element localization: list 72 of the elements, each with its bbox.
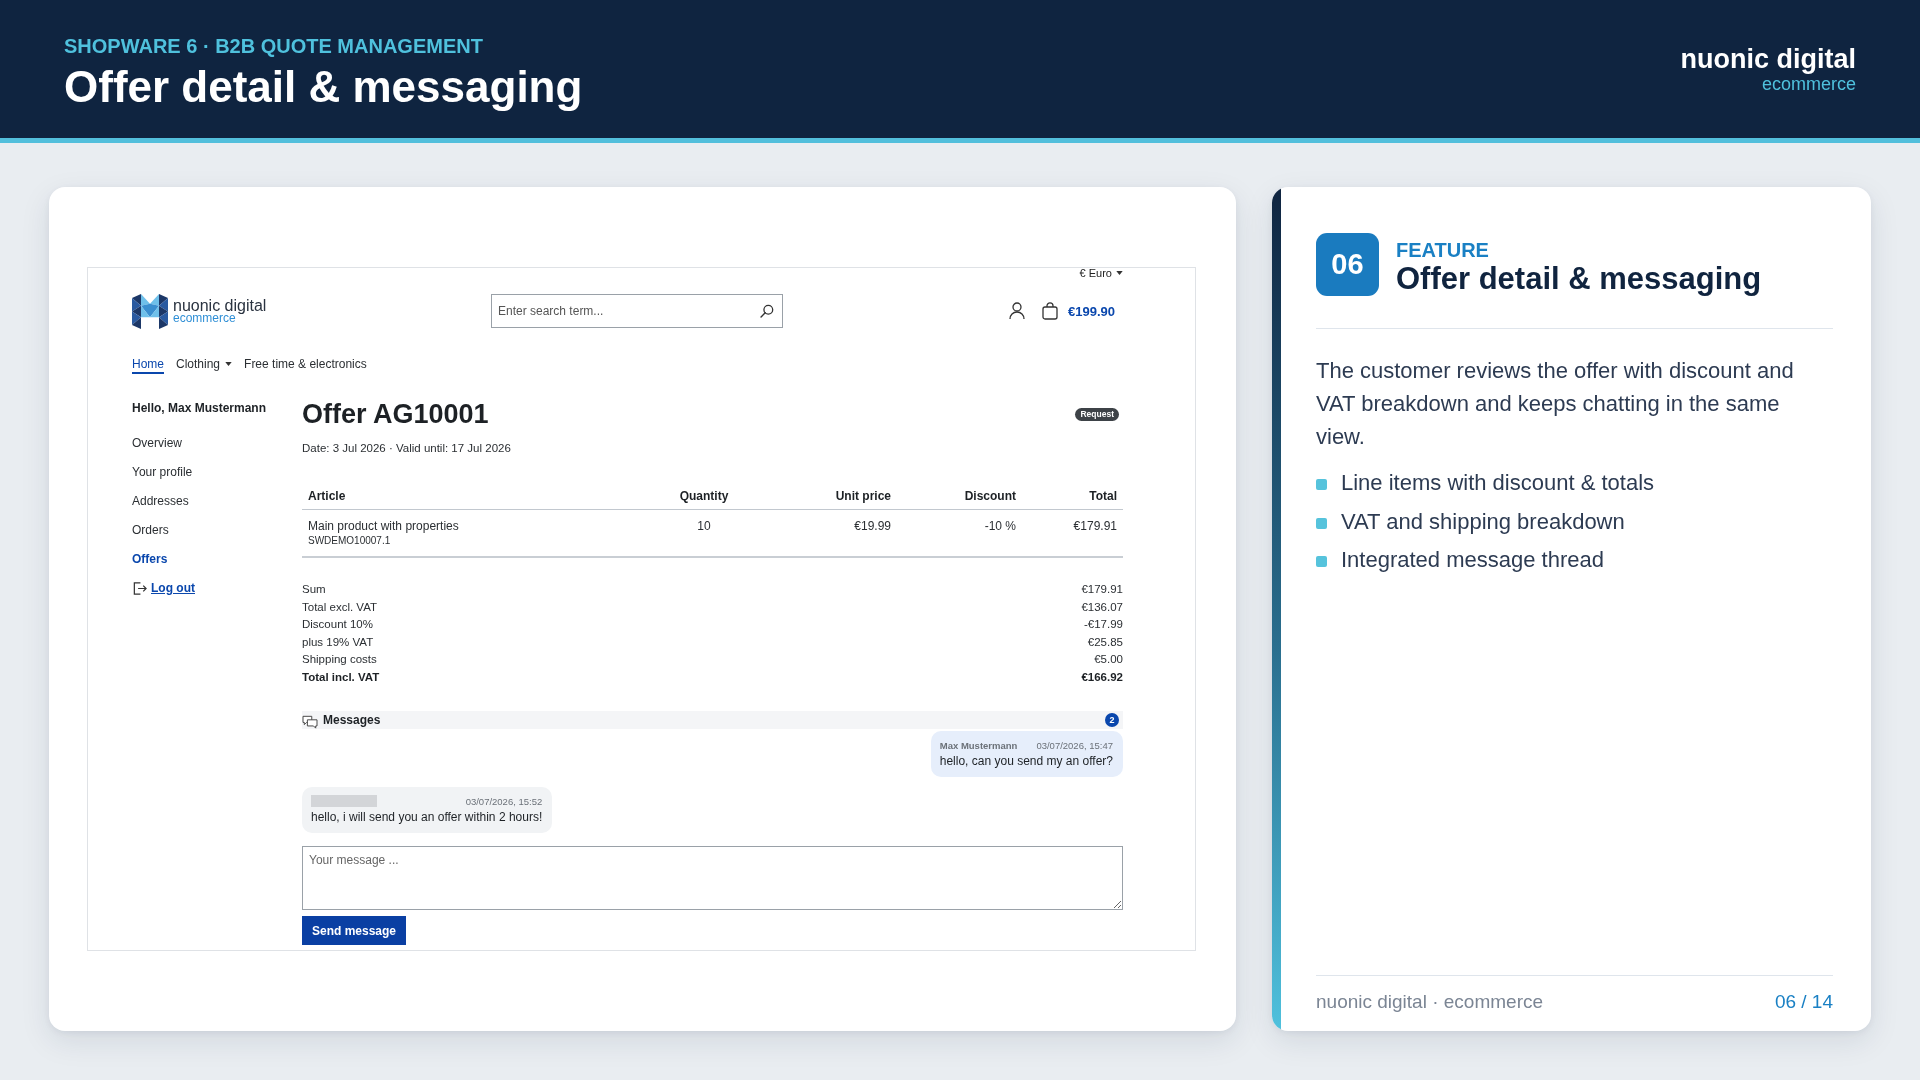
logout-link[interactable]: Log out: [132, 580, 195, 596]
feature-description: The customer reviews the offer with discount and VAT breakdown and keeps chatting in the same view.: [1316, 357, 1795, 451]
account-menu-item[interactable]: Addresses: [132, 493, 189, 509]
bag-icon[interactable]: [1042, 302, 1058, 320]
summary-label: Total excl. VAT: [302, 599, 377, 615]
column-header: Discount: [897, 488, 1022, 510]
summary-label: Discount 10%: [302, 617, 373, 632]
messages-title: Messages: [323, 713, 381, 727]
message-count-badge: 2: [1105, 713, 1119, 727]
page-number: 06 / 14: [1774, 991, 1833, 1013]
summary-label: Shipping costs: [302, 652, 377, 667]
account-menu-item[interactable]: Offers: [132, 551, 168, 567]
search-icon[interactable]: [760, 304, 774, 318]
column-header: Quantity: [642, 488, 766, 510]
message-text: hello, can you send my an offer?: [939, 753, 1113, 770]
product-name: Main product with properties: [308, 518, 459, 534]
nav-link[interactable]: Free time & electronics: [244, 356, 367, 374]
summary-value: €166.92: [1081, 669, 1123, 685]
brand-tagline: ecommerce: [1760, 75, 1856, 93]
feature-bullet: Integrated message thread: [1341, 546, 1604, 574]
logo-tagline: ecommerce: [173, 312, 236, 324]
message-text: hello, i will send you an offer within 2 hours!: [311, 809, 543, 826]
column-header: Article: [302, 488, 642, 510]
account-menu-item[interactable]: Your profile: [132, 464, 193, 480]
table-cell: €179.91: [1022, 509, 1123, 557]
feature-title: Offer detail & messaging: [1396, 261, 1762, 297]
user-icon[interactable]: [1009, 302, 1025, 320]
bullet-icon: [1316, 517, 1327, 529]
summary-value: €136.07: [1081, 599, 1123, 615]
table-cell: €19.99: [766, 509, 897, 557]
feature-bullet: VAT and shipping breakdown: [1341, 507, 1625, 536]
bullet-icon: [1316, 479, 1327, 490]
table-cell: 10: [642, 509, 766, 557]
offer-title: Offer AG10001: [302, 398, 489, 430]
footer-brand: nuonic digital · ecommerce: [1316, 991, 1544, 1013]
logo-name[interactable]: nuonic digital: [173, 298, 267, 313]
summary-label: Total incl. VAT: [302, 669, 380, 685]
summary-value: €25.85: [1087, 634, 1123, 650]
message-time: 03/07/2026, 15:47: [1036, 739, 1113, 751]
table-cell: -10 %: [897, 509, 1022, 557]
search-field[interactable]: Enter search term...: [491, 294, 783, 328]
account-greeting: Hello, Max Mustermann: [132, 400, 268, 417]
caret-icon: [1116, 271, 1123, 275]
brand-name: nuonic digital: [1680, 43, 1856, 75]
feature-eyebrow: FEATURE: [1396, 239, 1490, 261]
logo-mark-icon[interactable]: [132, 293, 168, 329]
product-sku: SWDEMO10007.1: [308, 534, 391, 548]
summary-value: -€17.99: [1084, 617, 1123, 632]
nav-link[interactable]: Home: [132, 356, 164, 374]
summary-label: Sum: [302, 582, 326, 597]
send-message-button[interactable]: Send message: [302, 916, 407, 945]
logout-icon: [132, 580, 147, 596]
cart-total[interactable]: €199.90: [1068, 303, 1115, 319]
summary-value: €5.00: [1094, 652, 1123, 667]
message-time: 03/07/2026, 15:52: [465, 795, 543, 807]
summary-value: €179.91: [1081, 582, 1123, 597]
slide-title: Offer detail & messaging: [64, 62, 583, 112]
offer-dates: Date: 3 Jul 2026 · Valid until: 17 Jul 2026: [302, 441, 512, 456]
nav-link[interactable]: Clothing: [176, 356, 233, 374]
column-header: Unit price: [766, 488, 897, 510]
feature-bullet: Line items with discount & totals: [1341, 469, 1655, 497]
column-header: Total: [1022, 488, 1123, 510]
status-badge: Request: [1075, 407, 1119, 421]
feature-number-badge: 06: [1316, 233, 1379, 296]
summary-label: plus 19% VAT: [302, 634, 374, 650]
message-field[interactable]: Your message ...: [302, 846, 1123, 910]
slide-eyebrow: SHOPWARE 6 · B2B QUOTE MANAGEMENT: [64, 34, 484, 58]
message-author: Max Mustermann: [939, 739, 1018, 751]
account-menu-item[interactable]: Orders: [132, 522, 169, 538]
account-menu-item[interactable]: Overview: [132, 435, 182, 451]
bullet-icon: [1316, 556, 1327, 567]
currency-selector[interactable]: € Euro: [1079, 267, 1123, 279]
